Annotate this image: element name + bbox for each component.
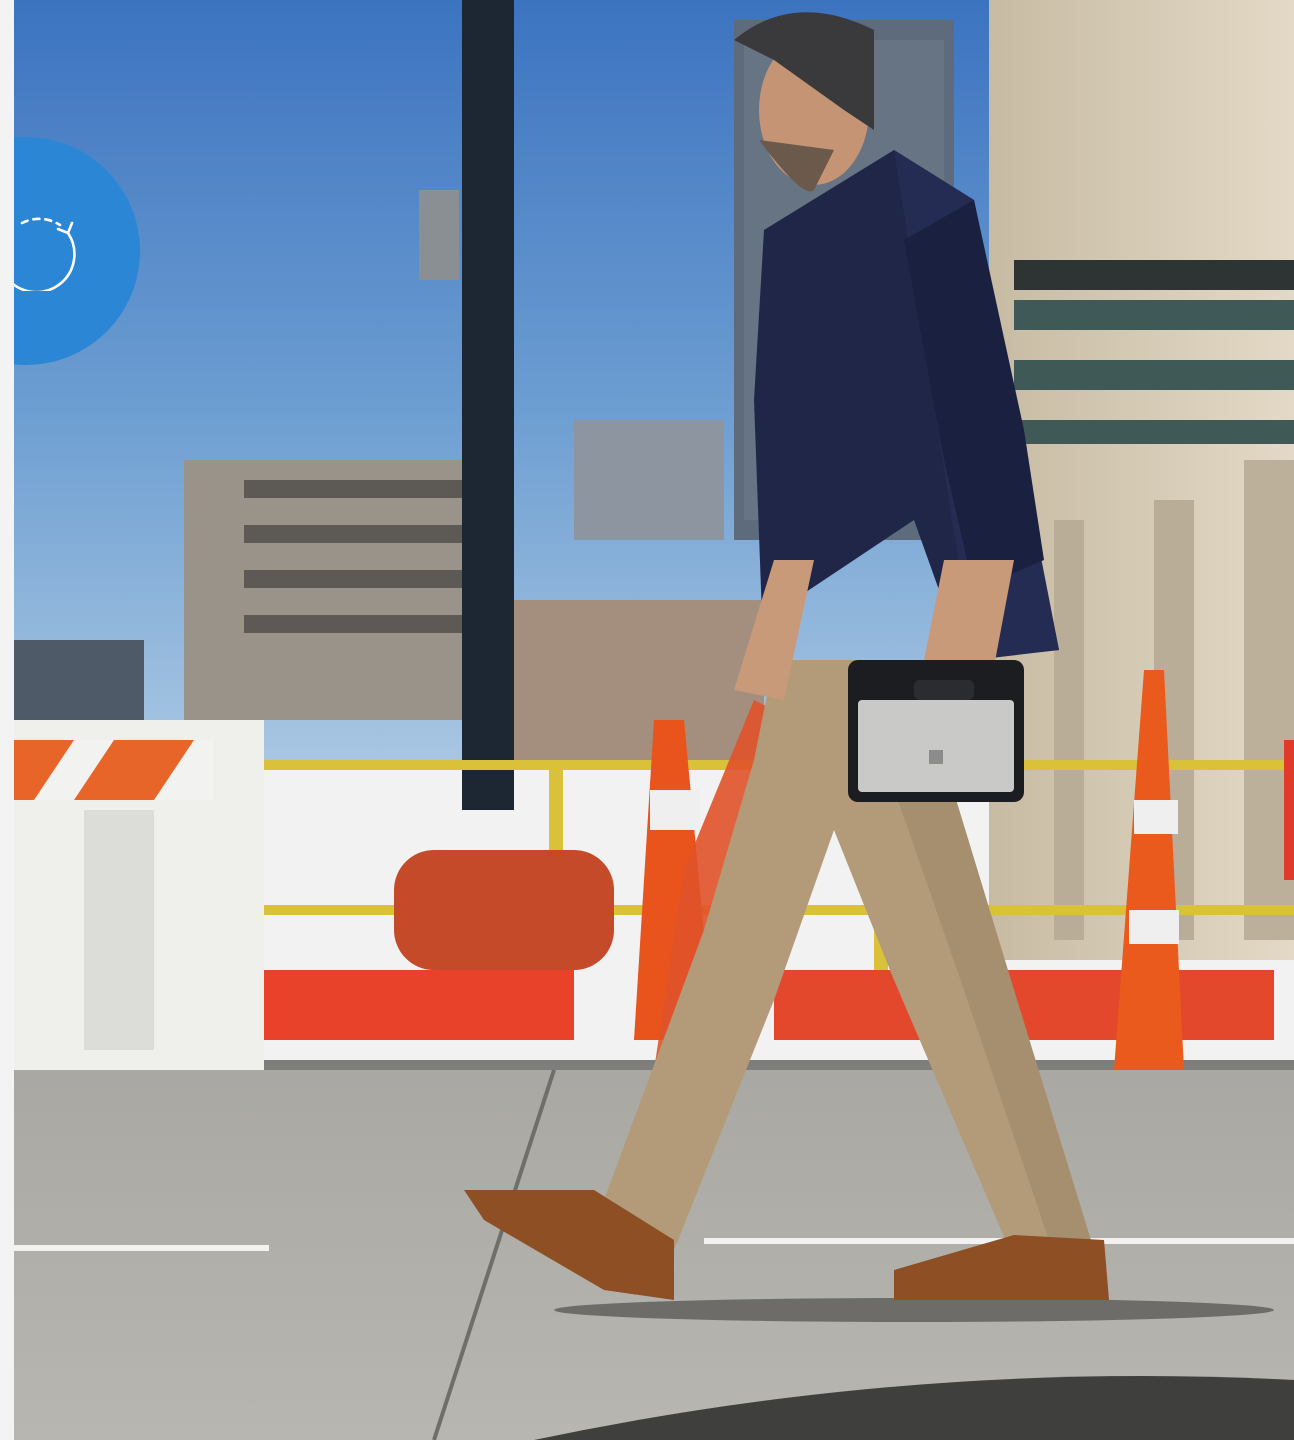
lamp-pole xyxy=(462,0,514,810)
left-edge-strip xyxy=(0,0,14,1440)
barrier xyxy=(14,720,264,1070)
hero-photo xyxy=(14,0,1294,1440)
page xyxy=(0,0,1294,1440)
refresh-badge[interactable] xyxy=(14,137,140,365)
tablet-device xyxy=(848,660,1024,802)
hero-image xyxy=(14,0,1294,1440)
refresh-icon xyxy=(14,217,76,291)
